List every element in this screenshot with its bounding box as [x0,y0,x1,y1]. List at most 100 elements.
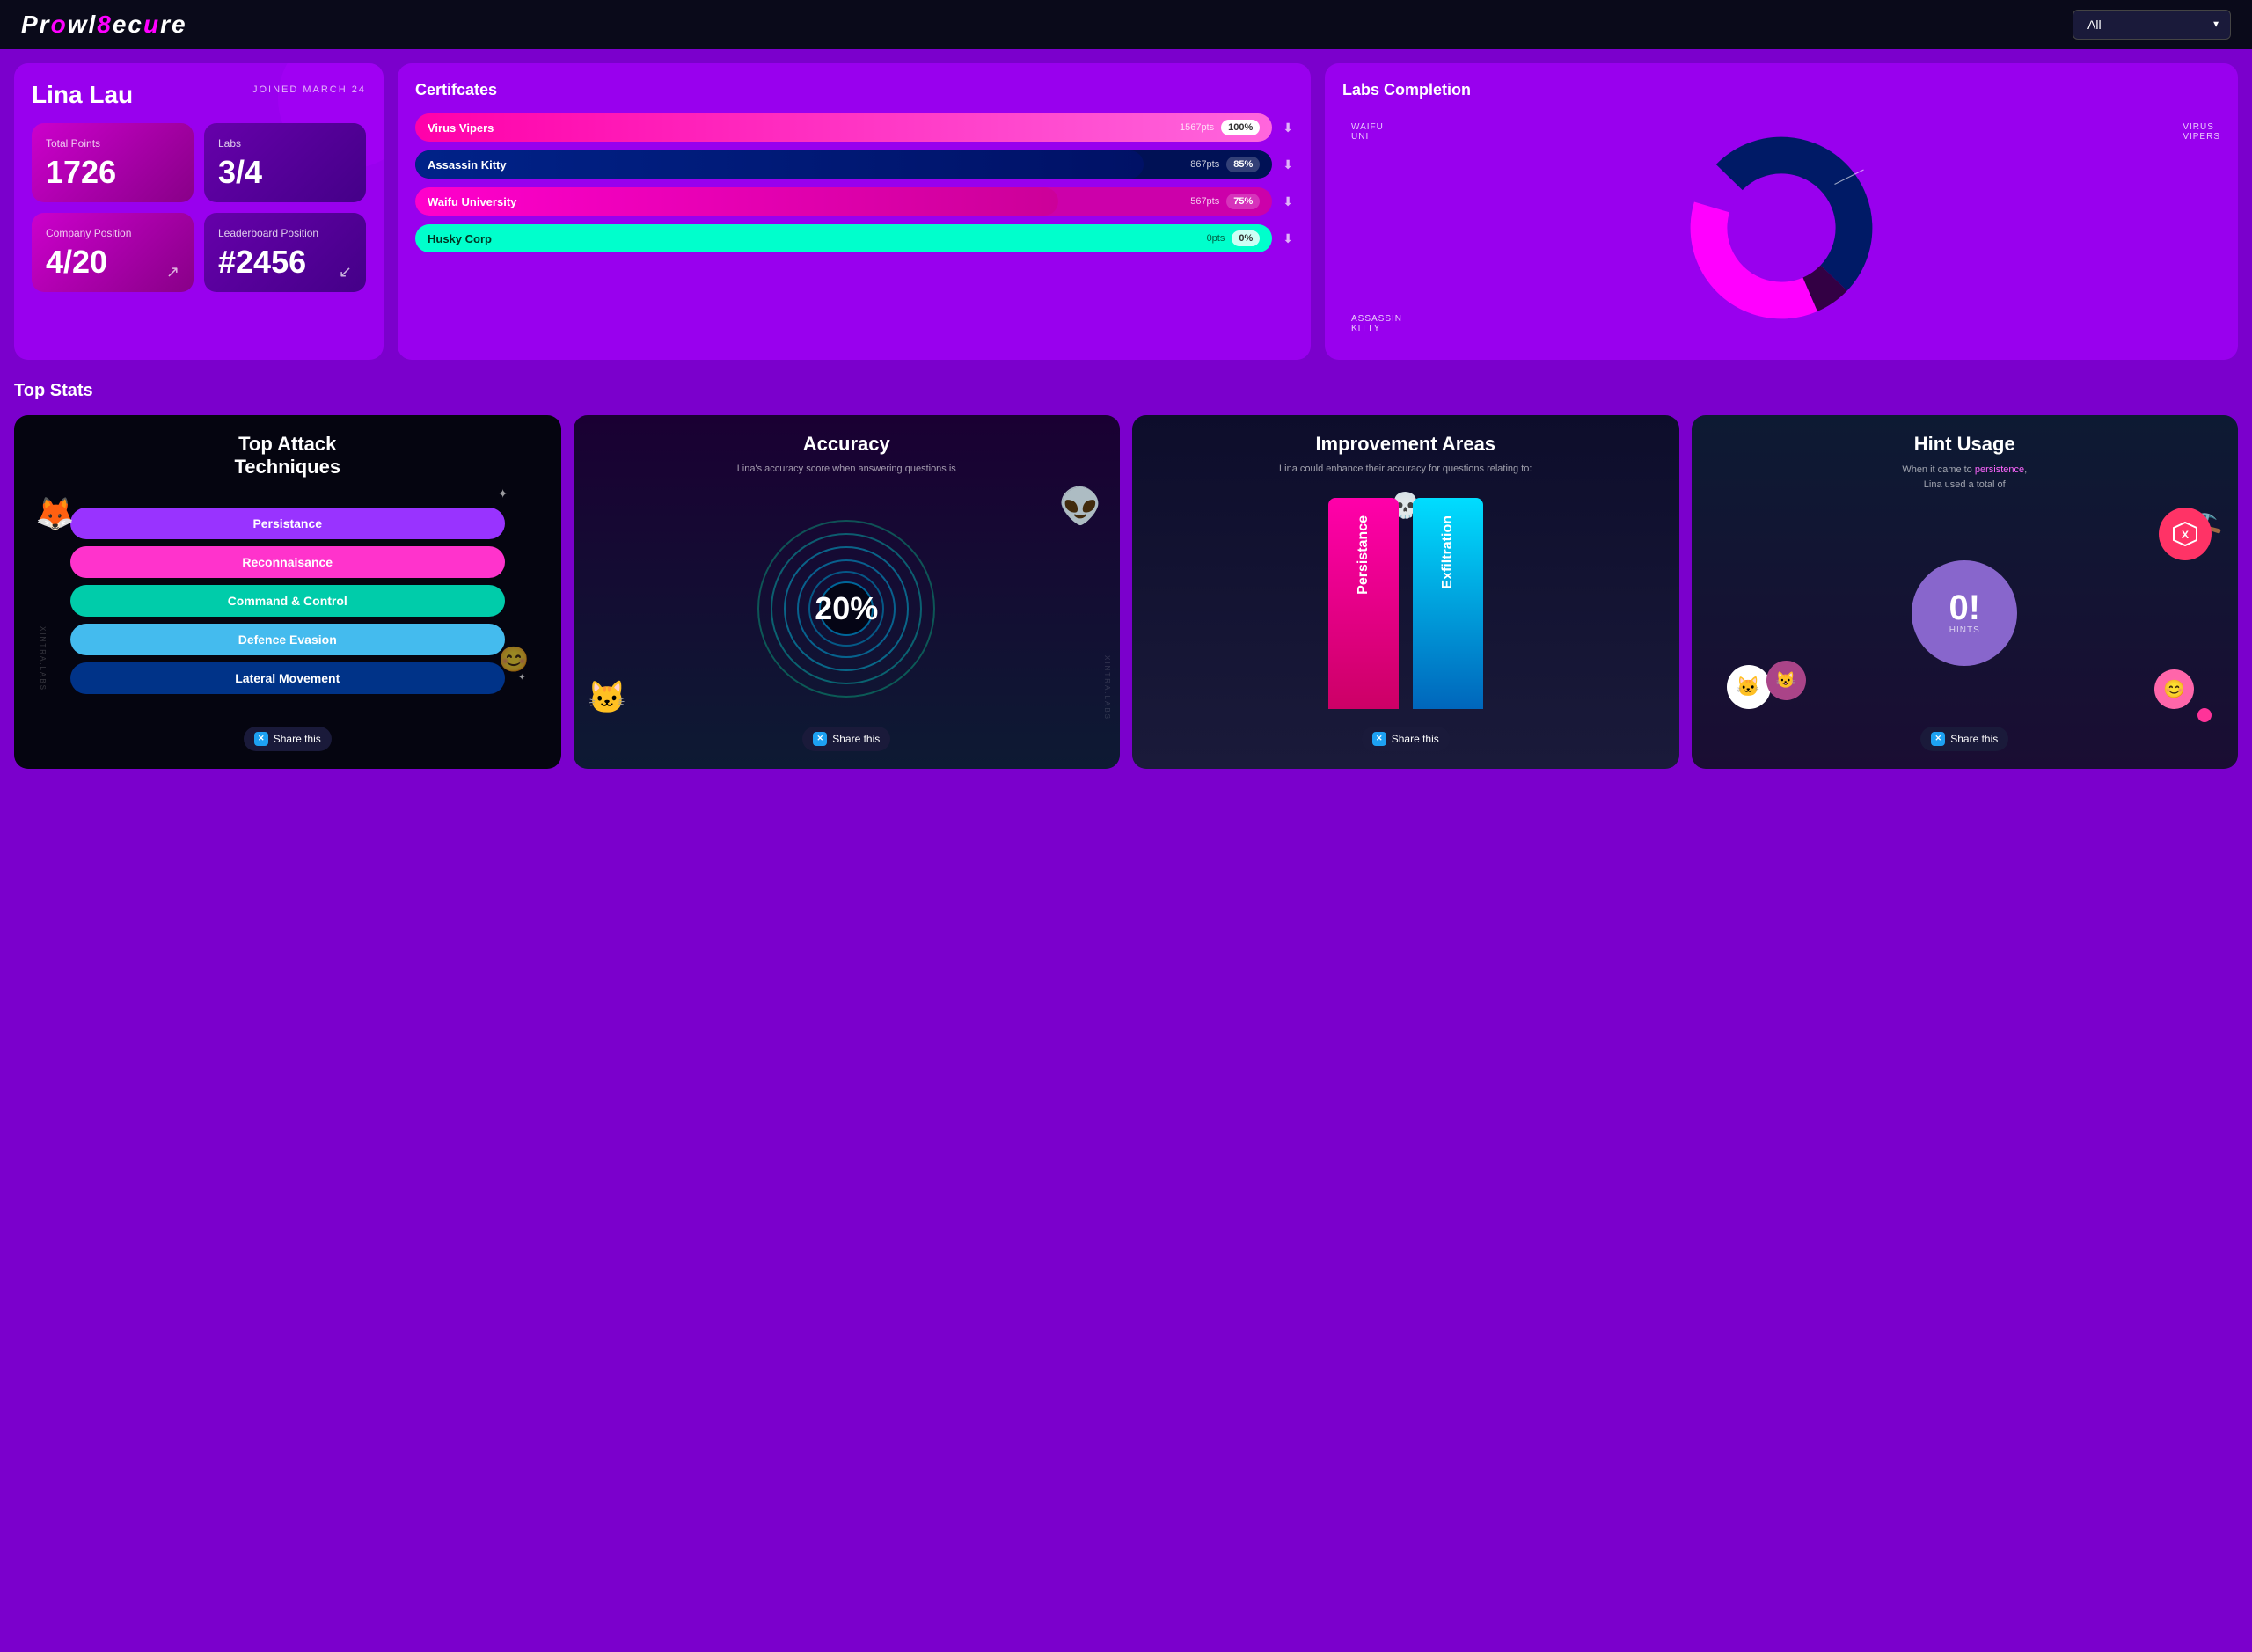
profile-section: Lina Lau JOINED MARCH 24 Total Points 17… [14,63,2238,360]
main-content: Lina Lau JOINED MARCH 24 Total Points 17… [0,49,2252,790]
cert-name-assassin: Assassin Kitty [428,158,507,172]
profile-card: Lina Lau JOINED MARCH 24 Total Points 17… [14,63,384,360]
filter-dropdown[interactable]: All 2024 2023 [2073,10,2231,40]
cert-pts-virus: 1567pts [1180,122,1214,133]
labs-value: 3/4 [218,157,352,188]
labs-label: Labs [218,137,352,150]
hint-highlight: persistence [1975,464,2024,475]
accuracy-circles: 20% [758,521,934,697]
imp-bar-label-exfiltration: Exfiltration [1440,505,1456,600]
accuracy-subtitle: Lina's accuracy score when answering que… [591,463,1103,476]
labs-title: Labs Completion [1342,81,2220,99]
cert-pts-assassin: 867pts [1190,159,1219,170]
cert-pct-waifu: 75% [1226,194,1260,209]
cert-row-husky: Husky Corp 0pts 0% ⬇ [415,224,1293,252]
section-title: Top Stats [14,381,2238,401]
leaderboard-box: Leaderboard Position #2456 ↙ [204,213,366,292]
imp-bar-label-persistance: Persistance [1356,505,1371,605]
sparkle-icon: ✦ [498,486,508,501]
pill-evasion[interactable]: Defence Evasion [70,624,505,655]
logo: Prowl8ecure [21,11,187,39]
smiley-icon: 😊 [499,645,530,674]
cat1-emoji: 🐱 [1737,676,1760,698]
donut-label-waifu: WAIFUUNI [1351,122,1384,142]
total-points-label: Total Points [46,137,179,150]
attack-card: Top AttackTechniques 🦊 ✦ Persistance Rec… [14,415,561,769]
certs-title: Certifcates [415,81,1293,99]
svg-text:X: X [2182,529,2189,541]
improvement-bars: 💀 Persistance Exfiltration [1150,491,1662,727]
donut-chart [1685,131,1878,325]
imp-bar-exfiltration: Exfiltration [1413,498,1483,709]
cert-download-virus[interactable]: ⬇ [1283,121,1293,135]
total-points-value: 1726 [46,157,179,188]
share-btn-hints[interactable]: ✕ Share this [1920,727,2008,751]
pill-c2[interactable]: Command & Control [70,585,505,617]
smiley-emoji: 😊 [2163,678,2185,700]
share-btn-improvement[interactable]: ✕ Share this [1362,727,1450,751]
pink-dot [2197,708,2212,722]
labs-card: Labs Completion WAIFUUNI VIRUSVIPERS ASS… [1325,63,2238,360]
x-icon-hints: ✕ [1931,732,1945,746]
cert-pct-husky: 0% [1232,230,1260,246]
x-icon-attack: ✕ [254,732,268,746]
cert-pts-husky: 0pts [1207,233,1225,244]
pill-recon[interactable]: Reconnaisance [70,546,505,578]
accuracy-circles-wrapper: 20% [591,491,1103,727]
company-position-value: 4/20 [46,246,179,278]
attack-title: Top AttackTechniques [32,433,544,479]
xintra-watermark-attack: XINTRA.LABS [39,626,47,691]
cert-row-waifu: Waifu University 567pts 75% ⬇ [415,187,1293,216]
x-icon-improvement: ✕ [1372,732,1386,746]
xintra-icon: X [2172,521,2198,547]
improvement-subtitle: Lina could enhance their accuracy for qu… [1150,463,1662,476]
pill-lateral[interactable]: Lateral Movement [70,662,505,694]
share-btn-attack[interactable]: ✕ Share this [244,727,332,751]
trend-up-icon: ↗ [166,263,179,281]
total-points-box: Total Points 1726 [32,123,194,202]
cert-row-assassin: Assassin Kitty 867pts 85% ⬇ [415,150,1293,179]
hint-bubble-cat2: 😺 [1766,661,1806,700]
header: Prowl8ecure All 2024 2023 [0,0,2252,49]
cat2-emoji: 😺 [1776,671,1795,690]
hint-card: Hint Usage When it came to persistence, … [1692,415,2239,769]
cert-download-husky[interactable]: ⬇ [1283,231,1293,246]
hints-label: HINTS [1949,625,1980,635]
hint-title: Hint Usage [1709,433,2221,456]
share-label-improvement: Share this [1392,733,1439,745]
donut-chart-wrapper: WAIFUUNI VIRUSVIPERS ASSASSINKITTY [1342,113,2220,342]
accuracy-card: Accuracy Lina's accuracy score when answ… [574,415,1121,769]
cert-download-waifu[interactable]: ⬇ [1283,194,1293,209]
trend-down-icon: ↙ [339,263,352,281]
cat-mascot-accuracy: 🐱 [588,679,627,716]
hints-visual: ⚒️ 0! HINTS X 🐱 [1709,499,2221,726]
hints-center: 0! HINTS [1912,560,2017,666]
cert-pct-virus: 100% [1221,120,1260,135]
xintra-watermark-accuracy: XINTRA.LABS [1103,655,1111,720]
cert-download-assassin[interactable]: ⬇ [1283,157,1293,172]
x-icon-accuracy: ✕ [813,732,827,746]
stats-grid: Total Points 1726 Labs 3/4 Company Posit… [32,123,366,292]
pill-persistance[interactable]: Persistance [70,508,505,539]
share-label-attack: Share this [274,733,321,745]
top-stats-section: Top Stats Top AttackTechniques 🦊 ✦ Persi… [14,374,2238,776]
accuracy-title: Accuracy [591,433,1103,456]
hints-number: 0! [1949,590,1980,625]
cert-name-virus: Virus Vipers [428,121,494,135]
imp-bar-persistance-wrapper: Persistance [1328,498,1399,709]
share-label-hints: Share this [1950,733,1998,745]
company-position-label: Company Position [46,227,179,239]
sparkle-small-icon: ✦ [518,673,525,683]
company-position-box: Company Position 4/20 ↗ [32,213,194,292]
hint-bubble-cat1: 🐱 [1727,665,1771,709]
fox-mascot: 🦊 [35,495,75,532]
cert-row-virus: Virus Vipers 1567pts 100% ⬇ [415,113,1293,142]
accuracy-value: 20% [815,590,878,627]
leaderboard-label: Leaderboard Position [218,227,352,239]
hint-bubble-smiley: 😊 [2154,669,2194,709]
share-btn-accuracy[interactable]: ✕ Share this [802,727,890,751]
cert-name-waifu: Waifu University [428,195,516,208]
cert-pct-assassin: 85% [1226,157,1260,172]
stats-cards: Top AttackTechniques 🦊 ✦ Persistance Rec… [14,415,2238,769]
donut-label-virus: VIRUSVIPERS [2183,122,2220,142]
